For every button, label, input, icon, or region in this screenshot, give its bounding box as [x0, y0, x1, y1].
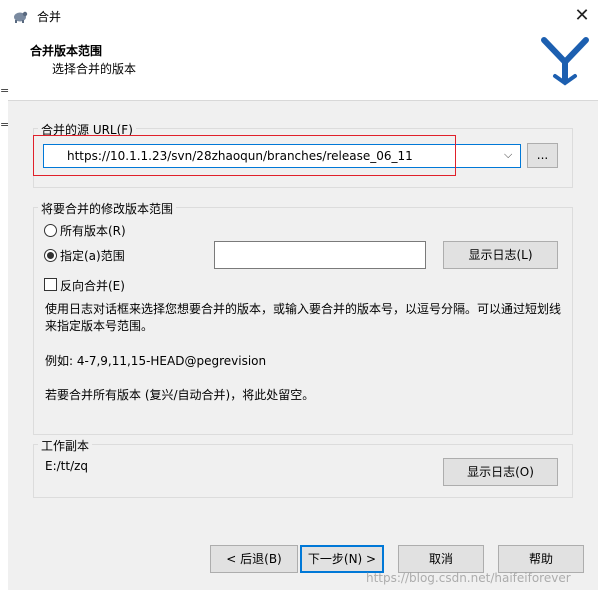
- help-text: 使用日志对话框来选择您想要合并的版本，或输入要合并的版本号，以逗号分隔。可以通过…: [45, 302, 562, 333]
- merge-logo-icon: [540, 36, 590, 86]
- working-copy-label: 工作副本: [38, 437, 93, 454]
- watermark: https://blog.csdn.net/haifeiforever: [366, 571, 571, 585]
- next-button[interactable]: 下一步(N) >: [300, 545, 384, 573]
- example-text: 例如: 4-7,9,11,15-HEAD@pegrevision: [45, 354, 267, 368]
- title-bar: [0, 0, 605, 32]
- chevron-down-icon[interactable]: ⌵: [504, 148, 512, 162]
- page-subtitle: 选择合并的版本: [52, 62, 137, 76]
- back-button[interactable]: < 后退(B): [210, 545, 298, 573]
- window-title: 合并: [37, 10, 62, 24]
- edge-mark: =: [0, 84, 10, 97]
- browse-button[interactable]: ...: [527, 143, 558, 168]
- help-button[interactable]: 帮助: [498, 545, 584, 573]
- tortoise-app-icon: [12, 8, 28, 24]
- highlight-box: [33, 135, 456, 176]
- all-revisions-radio[interactable]: [44, 224, 57, 237]
- page-title: 合并版本范围: [30, 44, 103, 58]
- show-log-button[interactable]: 显示日志(L): [443, 241, 558, 269]
- all-revisions-label[interactable]: 所有版本(R): [60, 222, 126, 239]
- specific-range-radio[interactable]: [44, 249, 57, 262]
- show-log-working-copy-button[interactable]: 显示日志(O): [443, 458, 558, 486]
- cancel-button[interactable]: 取消: [398, 545, 484, 573]
- blank-note: 若要合并所有版本 (复兴/自动合并)，将此处留空。: [45, 388, 315, 402]
- close-button[interactable]: ✕: [568, 2, 596, 30]
- reverse-merge-checkbox[interactable]: [44, 278, 57, 291]
- specific-range-label[interactable]: 指定(a)范围: [60, 247, 125, 264]
- revision-range-input[interactable]: [214, 241, 426, 269]
- working-copy-path: E:/tt/zq: [45, 459, 89, 473]
- reverse-merge-label[interactable]: 反向合并(E): [60, 277, 125, 294]
- revision-range-label: 将要合并的修改版本范围: [38, 200, 177, 217]
